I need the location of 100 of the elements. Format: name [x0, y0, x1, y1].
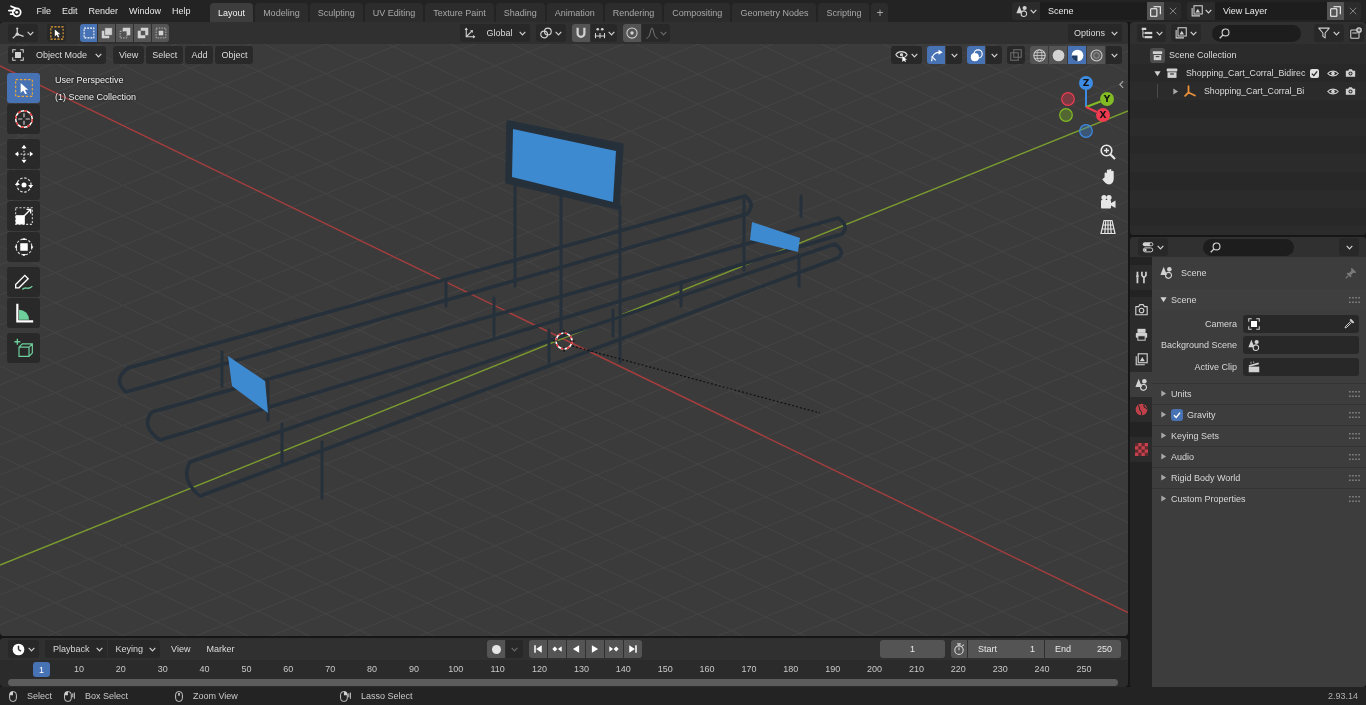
clip-picker-field[interactable]: [1243, 357, 1359, 376]
auto-keying-toggle[interactable]: [487, 640, 505, 658]
editor-type-button[interactable]: [8, 640, 39, 658]
axis-handle[interactable]: Z: [1079, 76, 1093, 90]
outliner-item-label[interactable]: Shopping_Cart_Corral_Bidirec: [1186, 68, 1306, 78]
mode-dropdown[interactable]: Object Mode: [8, 46, 106, 64]
workspace-tab[interactable]: Layout: [210, 3, 254, 22]
overlay-options-button[interactable]: [986, 46, 1002, 64]
object-picker-field[interactable]: [1243, 314, 1359, 333]
tool-button[interactable]: [7, 139, 40, 169]
outliner-item-label[interactable]: Shopping_Cart_Corral_Bi: [1204, 86, 1305, 96]
menu-item[interactable]: Select: [146, 46, 184, 64]
tool-button[interactable]: [7, 201, 40, 231]
search-field[interactable]: [1203, 238, 1294, 256]
outliner-item-label[interactable]: Scene Collection: [1169, 50, 1237, 60]
properties-tab[interactable]: [1130, 372, 1152, 397]
tool-button[interactable]: [7, 170, 40, 200]
grid-icon[interactable]: [1100, 219, 1116, 235]
new-view-layer-button[interactable]: [1327, 2, 1344, 20]
workspace-tab[interactable]: Animation: [546, 3, 603, 22]
remove-view-layer-button[interactable]: [1344, 2, 1361, 20]
menu-item[interactable]: View: [113, 46, 145, 64]
current-frame-marker[interactable]: 1: [33, 662, 50, 677]
add-workspace-button[interactable]: +: [871, 3, 889, 22]
dropdown-menu[interactable]: Keying: [107, 640, 161, 658]
checkbox[interactable]: [1310, 68, 1319, 78]
menu-item[interactable]: Window: [123, 2, 167, 20]
workspace-tab[interactable]: Shading: [495, 3, 545, 22]
workspace-tab[interactable]: Modeling: [255, 3, 308, 22]
eye-icon[interactable]: [1327, 69, 1339, 77]
remove-scene-button[interactable]: [1164, 2, 1181, 20]
hand-icon[interactable]: [1100, 169, 1116, 185]
current-frame-field[interactable]: 1: [880, 640, 945, 658]
pin-icon[interactable]: [1345, 266, 1357, 279]
shading-mode-button[interactable]: [1049, 46, 1067, 64]
tool-button[interactable]: [7, 267, 40, 297]
new-scene-button[interactable]: [1147, 2, 1164, 20]
eyedropper-icon[interactable]: [1344, 318, 1355, 330]
triangle-down-icon[interactable]: [1154, 69, 1161, 77]
camera-icon[interactable]: [1345, 69, 1356, 77]
options-dropdown-button[interactable]: [1339, 238, 1359, 256]
workspace-tab[interactable]: Compositing: [664, 3, 731, 22]
editor-type-button[interactable]: [8, 24, 38, 42]
scene-name-field[interactable]: Scene: [1040, 2, 1147, 20]
workspace-tab[interactable]: UV Editing: [364, 3, 424, 22]
jump-to-end-button[interactable]: [624, 640, 642, 658]
selectability-dropdown[interactable]: [891, 46, 922, 64]
selection-mode-button[interactable]: [152, 24, 169, 42]
gizmo-options-button[interactable]: [946, 46, 962, 64]
properties-tab[interactable]: [1130, 297, 1152, 322]
view-layer-name-field[interactable]: View Layer: [1215, 2, 1327, 20]
previous-keyframe-button[interactable]: [548, 640, 566, 658]
snap-toggle[interactable]: [572, 24, 590, 42]
selection-mode-button[interactable]: [80, 24, 97, 42]
dropdown-menu[interactable]: Playback: [45, 640, 107, 658]
preview-range-toggle[interactable]: [951, 640, 967, 658]
menu-item[interactable]: Render: [83, 2, 124, 20]
negative-axis-handle[interactable]: [1079, 124, 1093, 138]
menu-item[interactable]: Marker: [201, 640, 240, 658]
workspace-tab[interactable]: Sculpting: [309, 3, 363, 22]
xray-toggle[interactable]: [1007, 46, 1025, 64]
axis-handle[interactable]: X: [1096, 108, 1110, 122]
workspace-tab[interactable]: Texture Paint: [425, 3, 494, 22]
app-logo-icon[interactable]: [8, 4, 22, 18]
workspace-tab[interactable]: Rendering: [604, 3, 663, 22]
chevron-left-icon[interactable]: [1119, 80, 1124, 89]
selection-mode-button[interactable]: [98, 24, 115, 42]
workspace-tab[interactable]: Geometry Nodes: [732, 3, 817, 22]
selection-mode-button[interactable]: [134, 24, 151, 42]
properties-tab[interactable]: [1130, 347, 1152, 372]
editor-type-button[interactable]: [1137, 24, 1166, 42]
eye-icon[interactable]: [1327, 87, 1339, 95]
play-reverse-button[interactable]: [567, 640, 585, 658]
new-collection-button[interactable]: [1348, 24, 1364, 42]
timeline-scrollbar[interactable]: [8, 679, 1118, 686]
pivot-point-button[interactable]: [536, 24, 566, 42]
selection-mode-button[interactable]: [116, 24, 133, 42]
properties-tab[interactable]: [1130, 265, 1152, 290]
filter-dropdown[interactable]: [1313, 24, 1344, 42]
shading-options-button[interactable]: [1106, 46, 1122, 64]
tool-button[interactable]: [7, 333, 40, 363]
workspace-tab[interactable]: Scripting: [818, 3, 870, 22]
display-mode-button[interactable]: [1171, 24, 1201, 42]
snap-target-button[interactable]: [591, 24, 617, 42]
gizmo-toggle[interactable]: [927, 46, 945, 64]
view-layer-browse-button[interactable]: [1187, 2, 1215, 20]
scene-browse-button[interactable]: [1012, 2, 1040, 20]
checkbox[interactable]: [1171, 408, 1183, 421]
camera-icon[interactable]: [1345, 87, 1356, 95]
axis-handle[interactable]: Y: [1100, 92, 1114, 106]
video-camera-icon[interactable]: [1100, 194, 1116, 210]
negative-axis-handle[interactable]: [1061, 92, 1075, 106]
menu-item[interactable]: Add: [185, 46, 214, 64]
tool-button[interactable]: [7, 298, 40, 328]
shading-mode-button[interactable]: [1068, 46, 1086, 64]
menu-item[interactable]: View: [166, 640, 196, 658]
menu-item[interactable]: File: [31, 2, 57, 20]
menu-item[interactable]: Help: [166, 2, 197, 20]
tool-button[interactable]: [7, 104, 40, 134]
start-frame-field[interactable]: Start 1: [968, 640, 1044, 658]
